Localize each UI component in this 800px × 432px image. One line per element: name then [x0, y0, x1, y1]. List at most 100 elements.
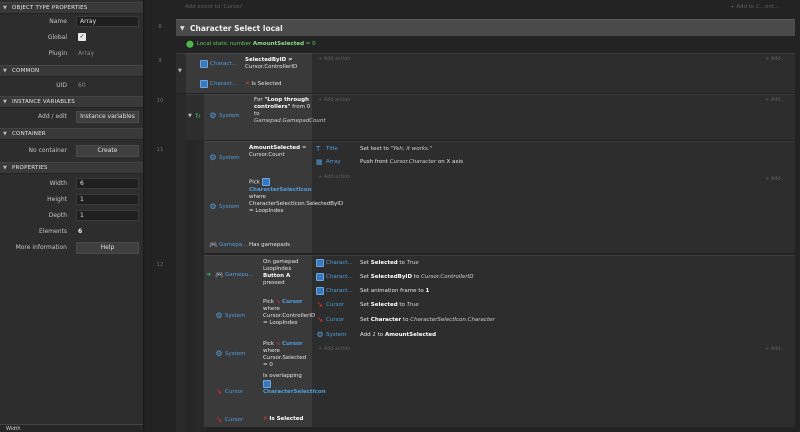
- cursor-icon: ➘: [275, 299, 281, 305]
- act-text: Set text to: [360, 146, 391, 152]
- object-name: CharacterSelectIcon: [249, 186, 312, 193]
- width-field[interactable]: 6: [76, 178, 139, 189]
- condition-text[interactable]: Pick ➘ Cursor where Cursor.ControllerID …: [263, 299, 315, 327]
- group-header[interactable]: ▼ Character Select local: [176, 19, 795, 36]
- condition-text[interactable]: SelectedByID ≠ Cursor.ControllerID: [245, 57, 311, 71]
- action-row[interactable]: ⚙ System Add 1 to AmountSelected: [316, 330, 436, 340]
- section-properties[interactable]: ▼ PROPERTIES: [0, 162, 143, 174]
- condition-text[interactable]: AmountSelected = Cursor.Count: [249, 145, 311, 159]
- condition-object: ⚙ System: [209, 154, 239, 162]
- add-action-link[interactable]: + Add action: [318, 346, 350, 352]
- section-title: OBJECT TYPE PROPERTIES: [12, 5, 88, 11]
- where-text: where Cursor.Selected = 0: [263, 348, 307, 368]
- condition-text[interactable]: On gamepad LoopIndex Button A pressed: [263, 259, 311, 287]
- collapse-icon[interactable]: ▼: [3, 99, 12, 105]
- var-name: SelectedByID: [245, 57, 287, 63]
- action-row[interactable]: Charact... Set SelectedByID to Cursor.Con…: [316, 272, 473, 282]
- name-field[interactable]: Array: [76, 16, 139, 27]
- section-container[interactable]: ▼ CONTAINER: [0, 128, 143, 140]
- event-sheet[interactable]: Add event to 'Cursor' + Add to C...ont..…: [145, 0, 800, 432]
- cond-text: Has gamepads: [249, 242, 290, 248]
- action-row[interactable]: T Title Set text to "Yeh, it works.": [316, 144, 432, 154]
- create-button[interactable]: Create: [76, 145, 139, 157]
- condition-text[interactable]: Has gamepads: [249, 242, 290, 249]
- local-variable[interactable]: ⬤ Local static number AmountSelected = 0: [186, 40, 316, 48]
- action-row[interactable]: Charact... Set animation frame to 1: [316, 286, 429, 296]
- action-object: ▦ Array: [316, 158, 356, 166]
- cursor-icon: ➘: [215, 415, 223, 424]
- add-action-link[interactable]: + Add action: [318, 56, 350, 62]
- where-text: where Cursor.ControllerID = LoopIndex: [263, 306, 316, 326]
- collapse-icon[interactable]: ▼: [178, 68, 182, 74]
- action-row[interactable]: ▦ Array Push front Cursor.Character on X …: [316, 157, 463, 167]
- object-name: Charact...: [210, 81, 237, 87]
- line-number: 8: [158, 24, 162, 30]
- section-instance-variables[interactable]: ▼ INSTANCE VARIABLES: [0, 96, 143, 108]
- nesting-gutter: [176, 94, 186, 432]
- action-text: Set Selected to True: [360, 302, 419, 308]
- add-action-link[interactable]: + Add action: [318, 97, 350, 103]
- prop-moreinfo-row: More information Help: [0, 241, 143, 255]
- depth-field[interactable]: 1: [76, 210, 139, 221]
- condition-text[interactable]: Pick ➘ Cursor where Cursor.Selected = 0: [263, 341, 311, 369]
- section-title: PROPERTIES: [12, 165, 48, 171]
- act-value: True: [406, 260, 419, 266]
- collapse-icon[interactable]: ▼: [3, 68, 12, 74]
- gear-icon: ⚙: [215, 311, 223, 320]
- sprite-icon: [261, 178, 270, 186]
- condition-text[interactable]: ✕ Is Selected: [245, 81, 281, 88]
- prop-label: Global: [47, 34, 67, 41]
- object-name: Cursor: [225, 417, 244, 423]
- condition-text[interactable]: Is overlapping CharacterSelectIcon: [263, 373, 326, 396]
- add-action-link[interactable]: + Add action: [318, 174, 350, 180]
- act-target: Selected: [370, 260, 398, 266]
- condition-text[interactable]: ✕ Is Selected: [263, 416, 303, 423]
- add-link[interactable]: + Add...: [765, 97, 785, 103]
- action-row[interactable]: ➘ Cursor Set Selected to True: [316, 300, 419, 310]
- add-to-link[interactable]: + Add to C...ont...: [730, 4, 779, 10]
- cursor-icon: ➘: [316, 315, 324, 324]
- act-text: to: [401, 317, 411, 323]
- add-link[interactable]: + Add...: [765, 56, 785, 62]
- object-name: Cursor: [326, 317, 345, 323]
- add-link[interactable]: + Add...: [765, 176, 785, 182]
- action-object: T Title: [316, 145, 356, 153]
- condition-object: ⚙ System: [209, 203, 239, 211]
- cond-text: On gamepad LoopIndex: [263, 259, 299, 272]
- object-name: Cursor: [326, 302, 345, 308]
- act-text: Set animation frame to: [360, 288, 426, 294]
- condition-object: ⚙ System: [215, 350, 245, 358]
- collapse-icon[interactable]: ▼: [3, 165, 12, 171]
- object-name: Charact...: [326, 288, 353, 294]
- gamepad-icon: 🎮: [209, 241, 218, 249]
- help-button[interactable]: Help: [76, 242, 139, 254]
- collapse-icon[interactable]: ▼: [3, 5, 12, 11]
- collapse-icon[interactable]: ▼: [188, 113, 192, 119]
- prop-label: UID: [56, 82, 67, 89]
- section-object-type[interactable]: ▼ OBJECT TYPE PROPERTIES: [0, 2, 143, 14]
- line-number: 9: [158, 58, 162, 64]
- action-text: Add 1 to AmountSelected: [360, 332, 436, 338]
- prop-label: Depth: [48, 212, 67, 219]
- add-event-link[interactable]: Add event to 'Cursor': [185, 4, 243, 10]
- section-common[interactable]: ▼ COMMON: [0, 65, 143, 77]
- section-title: INSTANCE VARIABLES: [12, 99, 75, 105]
- condition-text[interactable]: For "Loop through controllers" from 0 to…: [254, 97, 326, 125]
- global-checkbox[interactable]: ✓: [78, 33, 86, 41]
- object-name: Cursor: [282, 341, 303, 347]
- action-row[interactable]: Charact... Set Selected to True: [316, 258, 419, 268]
- act-suffix: on X axis: [436, 159, 464, 165]
- collapse-icon[interactable]: ▼: [3, 131, 12, 137]
- prop-label: More information: [15, 244, 67, 251]
- action-text: Set Selected to True: [360, 260, 419, 266]
- elements-value: 6: [78, 228, 83, 235]
- instance-variables-button[interactable]: Instance variables: [76, 111, 139, 123]
- action-row[interactable]: ➘ Cursor Set Character to CharacterSelectI…: [316, 315, 495, 325]
- act-text: to: [375, 332, 385, 338]
- properties-panel: ▼ OBJECT TYPE PROPERTIES Name Array Glob…: [0, 0, 144, 432]
- height-field[interactable]: 1: [76, 194, 139, 205]
- condition-text[interactable]: Pick CharacterSelectIcon where Character…: [249, 178, 343, 215]
- sprite-icon: [316, 273, 324, 281]
- collapse-icon[interactable]: ▼: [180, 25, 190, 32]
- add-link[interactable]: + Add...: [765, 346, 785, 352]
